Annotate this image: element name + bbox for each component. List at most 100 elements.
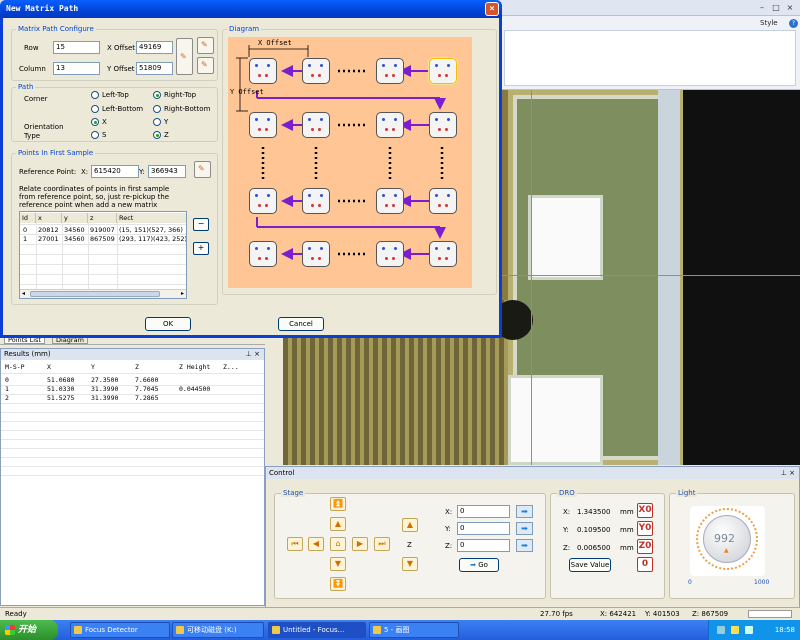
system-tray: 18:58	[708, 620, 800, 640]
type-z-label[interactable]: Z	[164, 131, 169, 139]
save-value-button[interactable]: Save Value	[569, 558, 611, 572]
stage-down-fast-button[interactable]: ⏬	[330, 577, 346, 591]
table-row[interactable]: 1	[23, 235, 27, 243]
pick-offset-button[interactable]: ✎	[176, 38, 193, 75]
corner-left-top-label[interactable]: Left-Top	[102, 91, 129, 99]
scroll-thumb[interactable]	[30, 291, 160, 297]
close-icon[interactable]: ×	[784, 3, 796, 13]
task-focus-detector[interactable]: Focus Detector	[70, 622, 170, 638]
results-col-msp[interactable]: M-S-P	[5, 363, 25, 371]
ok-button[interactable]: OK	[145, 317, 191, 331]
sample-cell	[429, 112, 457, 138]
remove-point-button[interactable]: −	[193, 218, 209, 231]
stage-down-button[interactable]: ▼	[330, 557, 346, 571]
y-move-input[interactable]: 0	[457, 522, 510, 535]
table-row[interactable]: 0	[23, 226, 27, 234]
go-button[interactable]: ➡ Go	[459, 558, 499, 572]
results-col-zheight[interactable]: Z Height	[179, 363, 210, 371]
pick-y-offset-button[interactable]: ✎	[197, 57, 214, 74]
start-button[interactable]: 开始	[0, 620, 58, 640]
help-icon[interactable]: ?	[789, 19, 798, 28]
relate-description: Relate coordinates of points in first sa…	[19, 185, 170, 209]
sample-cell	[302, 112, 330, 138]
dialog-close-button[interactable]: ×	[485, 2, 499, 16]
corner-right-bottom-label[interactable]: Right-Bottom	[164, 105, 210, 113]
control-pin-icon[interactable]: ⊥ ×	[781, 467, 795, 479]
scroll-right-icon[interactable]: ▸	[181, 290, 184, 297]
corner-left-bottom-radio[interactable]	[91, 105, 99, 113]
type-z-radio[interactable]	[153, 131, 161, 139]
zero-z-button[interactable]: Z0	[637, 539, 653, 554]
style-menu[interactable]: Style	[760, 19, 778, 27]
points-table-hscrollbar[interactable]: ◂ ▸	[20, 289, 186, 298]
x-move-input[interactable]: 0	[457, 505, 510, 518]
points-label: Points In First Sample	[16, 149, 96, 157]
row-input[interactable]: 15	[53, 41, 100, 54]
z-down-button[interactable]: ▼	[402, 557, 418, 571]
column-input[interactable]: 13	[53, 62, 100, 75]
pick-x-offset-button[interactable]: ✎	[197, 37, 214, 54]
ref-x-input[interactable]: 615420	[91, 165, 139, 178]
y-offset-input[interactable]: 51809	[136, 62, 173, 75]
pick-reference-button[interactable]: ✎	[194, 161, 211, 178]
x-go-arrow-icon[interactable]: ➡	[516, 505, 533, 518]
stage-right-fast-button[interactable]: ⏭	[374, 537, 390, 551]
col-rect[interactable]: Rect	[117, 213, 186, 223]
tray-volume-icon[interactable]	[731, 626, 739, 634]
minimize-icon[interactable]: –	[756, 3, 768, 13]
table-row: 0	[5, 376, 9, 384]
corner-right-top-label[interactable]: Right-Top	[164, 91, 196, 99]
tray-safety-icon[interactable]	[745, 626, 753, 634]
orientation-y-label[interactable]: Y	[164, 118, 168, 126]
sample-cell	[429, 241, 457, 267]
corner-left-bottom-label[interactable]: Left-Bottom	[102, 105, 143, 113]
corner-right-top-radio[interactable]	[153, 91, 161, 99]
z-move-input[interactable]: 0	[457, 539, 510, 552]
corner-right-bottom-radio[interactable]	[153, 105, 161, 113]
corner-left-top-radio[interactable]	[91, 91, 99, 99]
ref-y-input[interactable]: 366943	[148, 165, 186, 178]
x-offset-input[interactable]: 49169	[136, 41, 173, 54]
orientation-y-radio[interactable]	[153, 118, 161, 126]
task-paint[interactable]: 5 - 画图	[369, 622, 459, 638]
type-s-label[interactable]: S	[102, 131, 106, 139]
results-col-x[interactable]: X	[47, 363, 51, 371]
scroll-left-icon[interactable]: ◂	[22, 290, 25, 297]
sample-cell	[249, 241, 277, 267]
col-z[interactable]: z	[88, 213, 117, 223]
task-removable-disk[interactable]: 可移动磁盘 (K:)	[172, 622, 264, 638]
results-cell: 0.044500	[179, 385, 211, 393]
stage-left-fast-button[interactable]: ⏮	[287, 537, 303, 551]
stage-up-button[interactable]: ▲	[330, 517, 346, 531]
stage-left-button[interactable]: ◀	[308, 537, 324, 551]
stage-up-fast-button[interactable]: ⏫	[330, 497, 346, 511]
tray-network-icon[interactable]	[717, 626, 725, 634]
stage-home-button[interactable]: ⌂	[330, 537, 346, 551]
z-up-button[interactable]: ▲	[402, 518, 418, 532]
zero-all-button[interactable]: 0	[637, 557, 653, 572]
maximize-icon[interactable]: □	[770, 3, 782, 13]
dro-y-label: Y:	[563, 526, 569, 534]
col-x[interactable]: x	[36, 213, 62, 223]
dro-group: DRO X: 1.343500 mm X0 Y: 0.109500 mm Y0 …	[550, 489, 665, 599]
orientation-x-radio[interactable]	[91, 118, 99, 126]
add-point-button[interactable]: +	[193, 242, 209, 255]
clock[interactable]: 18:58	[775, 626, 795, 634]
results-col-y[interactable]: Y	[91, 363, 95, 371]
cancel-button[interactable]: Cancel	[278, 317, 324, 331]
results-col-z2[interactable]: Z...	[223, 363, 239, 371]
y-go-arrow-icon[interactable]: ➡	[516, 522, 533, 535]
results-col-z[interactable]: Z	[135, 363, 139, 371]
zero-y-button[interactable]: Y0	[637, 521, 653, 536]
zero-x-button[interactable]: X0	[637, 503, 653, 518]
orientation-x-label[interactable]: X	[102, 118, 107, 126]
stage-right-button[interactable]: ▶	[352, 537, 368, 551]
sample-cell	[376, 241, 404, 267]
task-focus-app[interactable]: Untitled - Focus...	[268, 622, 366, 638]
results-pin-icon[interactable]: ⊥ ×	[246, 349, 260, 360]
col-y[interactable]: y	[62, 213, 88, 223]
z-go-arrow-icon[interactable]: ➡	[516, 539, 533, 552]
col-id[interactable]: Id	[20, 213, 36, 223]
points-table[interactable]: Id x y z Rect 0 20812 34560 919007 (15, …	[19, 211, 187, 299]
type-s-radio[interactable]	[91, 131, 99, 139]
